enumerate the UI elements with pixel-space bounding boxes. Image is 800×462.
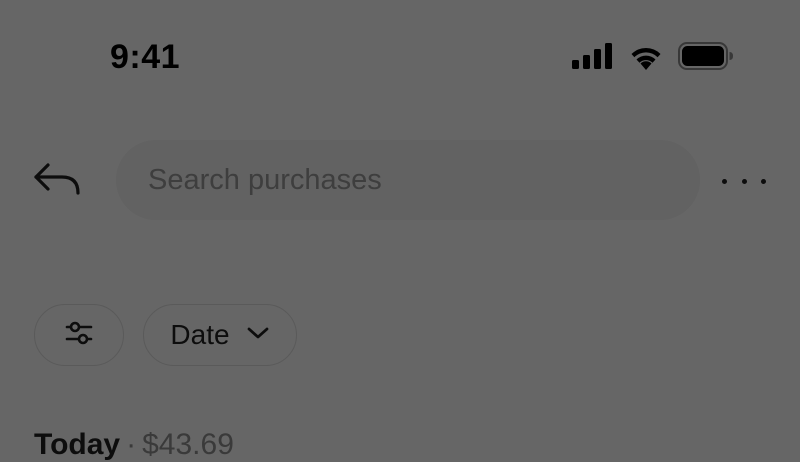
search-bar[interactable] — [116, 140, 700, 220]
date-filter-dropdown[interactable]: Date — [143, 304, 297, 366]
cellular-signal-icon — [572, 43, 614, 69]
section-header-today: Today · $43.69 — [34, 428, 234, 462]
status-time: 9:41 — [110, 38, 181, 76]
search-row — [0, 140, 800, 222]
back-arrow-icon — [32, 162, 82, 201]
section-separator: · — [126, 428, 137, 461]
back-button[interactable] — [30, 160, 84, 202]
filter-row: Date — [0, 304, 800, 368]
search-input[interactable] — [148, 163, 668, 197]
battery-icon — [678, 42, 734, 70]
date-filter-label: Date — [170, 319, 230, 350]
more-options-button[interactable] — [722, 166, 766, 196]
more-horizontal-icon-dot — [741, 178, 747, 184]
section-title: Today — [34, 428, 121, 461]
sliders-icon — [65, 320, 93, 351]
status-icons — [572, 42, 734, 70]
wifi-icon — [628, 43, 664, 70]
chevron-down-icon — [246, 326, 270, 345]
status-bar: 9:41 — [0, 0, 800, 110]
section-total-amount: $43.69 — [142, 428, 234, 461]
more-horizontal-icon-dot — [722, 178, 727, 184]
more-horizontal-icon-dot — [761, 178, 766, 184]
filter-button[interactable] — [34, 304, 124, 366]
